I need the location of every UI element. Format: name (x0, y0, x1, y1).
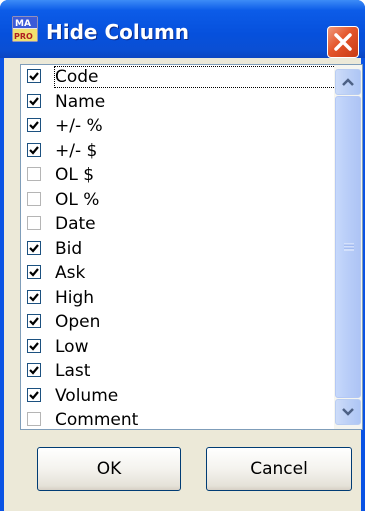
list-item-label: OL $ (55, 165, 95, 185)
checkbox[interactable] (27, 142, 41, 157)
list-item[interactable]: Last (21, 359, 334, 384)
checkbox[interactable] (27, 93, 41, 108)
list-item[interactable]: Ask (21, 261, 334, 286)
list-item-label: Date (55, 214, 96, 234)
checkbox[interactable] (27, 387, 41, 402)
list-item[interactable]: Date (21, 212, 334, 237)
list-item-label: Code (54, 66, 362, 88)
list-item-label: Name (55, 91, 106, 112)
checkmark-icon (29, 145, 39, 155)
list-item-label: Bid (55, 238, 83, 259)
chevron-down-icon (342, 408, 354, 416)
checkbox[interactable] (27, 240, 41, 255)
checkbox[interactable] (27, 363, 41, 377)
checkbox[interactable] (27, 314, 41, 328)
checkbox[interactable] (27, 191, 41, 206)
list-item-label: Volume (55, 385, 119, 406)
checkbox[interactable] (27, 69, 41, 83)
list-item[interactable]: Comment (21, 408, 334, 430)
list-item-label: Open (55, 312, 101, 332)
close-button[interactable] (327, 26, 359, 58)
grip-icon (344, 243, 354, 251)
list-item-label: Low (55, 336, 89, 357)
checkmark-icon (29, 317, 39, 326)
list-item-label: Last (55, 361, 91, 381)
close-icon (334, 33, 352, 51)
list-item[interactable]: +/- % (21, 114, 334, 139)
list-item-label: +/- % (55, 116, 103, 136)
list-item-label: Comment (55, 410, 139, 430)
list-item[interactable]: Volume (21, 384, 334, 409)
chevron-up-icon (342, 78, 354, 86)
app-icon: MA PRO (12, 16, 38, 42)
checkmark-icon (29, 243, 39, 253)
list-item[interactable]: OL $ (21, 163, 334, 188)
dialog-title: Hide Column (46, 20, 190, 44)
checkbox[interactable] (27, 289, 41, 304)
list-item-label: +/- $ (55, 140, 98, 161)
list-item[interactable]: Open (21, 310, 334, 335)
list-item[interactable]: High (21, 286, 334, 311)
list-item[interactable]: Bid (21, 237, 334, 262)
cancel-button[interactable]: Cancel (206, 447, 352, 491)
scroll-up-button[interactable] (335, 69, 361, 95)
list-item[interactable]: Code (21, 65, 362, 90)
column-listbox[interactable]: Code Name +/- % +/- $ OL $ OL % Date Bid Ask High… (20, 64, 363, 430)
svg-text:MA: MA (15, 19, 31, 29)
dialog-window: MA PRO Hide Column Code Name +/- % +/- $ OL … (0, 0, 365, 511)
checkmark-icon (29, 96, 39, 106)
svg-text:PRO: PRO (14, 32, 33, 41)
checkbox[interactable] (27, 338, 41, 353)
list-item[interactable]: +/- $ (21, 139, 334, 164)
checkmark-icon (29, 390, 39, 400)
checkmark-icon (29, 292, 39, 302)
checkbox[interactable] (27, 265, 41, 279)
column-list: Code Name +/- % +/- $ OL $ OL % Date Bid Ask High… (21, 65, 362, 430)
checkmark-icon (29, 121, 39, 130)
checkbox[interactable] (27, 412, 41, 426)
list-item-label: OL % (55, 189, 100, 210)
checkbox[interactable] (27, 216, 41, 230)
list-item-label: Ask (55, 263, 86, 283)
checkmark-icon (29, 72, 39, 81)
checkmark-icon (29, 268, 39, 277)
list-item-label: High (55, 287, 95, 308)
checkmark-icon (29, 366, 39, 375)
ok-button[interactable]: OK (37, 447, 181, 491)
title-bar[interactable]: MA PRO Hide Column (0, 0, 365, 58)
scroll-down-button[interactable] (335, 399, 361, 425)
list-item[interactable]: Name (21, 90, 334, 115)
vertical-scrollbar[interactable] (334, 65, 362, 429)
scroll-thumb[interactable] (335, 96, 361, 398)
checkbox[interactable] (27, 118, 41, 132)
checkbox[interactable] (27, 167, 41, 181)
list-item[interactable]: Low (21, 335, 334, 360)
checkmark-icon (29, 341, 39, 351)
list-item[interactable]: OL % (21, 188, 334, 213)
